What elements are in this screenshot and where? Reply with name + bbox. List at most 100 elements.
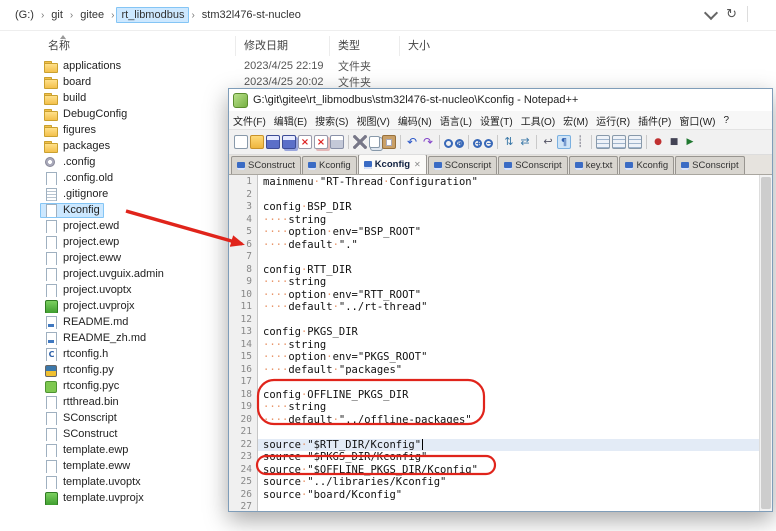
word-wrap-icon[interactable] <box>541 135 555 149</box>
indent-guide-icon[interactable] <box>573 135 587 149</box>
notepadpp-editor[interactable]: 1 2 3 4 5 6 7 8 9 10 11 12 13 14 15 16 17 18 19 20 21 22 23 24 2… <box>229 175 772 511</box>
sync-h-icon[interactable] <box>518 135 532 149</box>
play-macro-icon[interactable] <box>683 135 697 149</box>
doc-map-icon[interactable] <box>612 135 626 149</box>
document-tab[interactable]: Kconfig ✕ <box>357 155 427 174</box>
save-icon[interactable] <box>266 135 280 149</box>
close-all-icon[interactable] <box>314 135 328 149</box>
notepadpp-title-bar[interactable]: G:\git\gitee\rt_libmodbus\stm32l476-st-n… <box>229 89 772 111</box>
menu-item[interactable]: 运行(R) <box>592 113 634 128</box>
menu-item[interactable]: 宏(M) <box>559 113 592 128</box>
zoom-in-icon[interactable] <box>473 138 482 148</box>
file-item-highlight[interactable]: project.ewd <box>40 219 123 234</box>
document-tab[interactable]: SConscript <box>498 156 568 174</box>
column-header[interactable]: 修改日期 <box>236 36 330 56</box>
show-all-chars-icon[interactable] <box>557 135 571 149</box>
file-item-highlight[interactable]: SConstruct <box>40 427 121 442</box>
paste-icon[interactable] <box>382 135 396 149</box>
file-item-highlight[interactable]: rtconfig.pyc <box>40 379 123 394</box>
file-item-highlight[interactable]: .config <box>40 155 99 170</box>
file-item-highlight[interactable]: template.eww <box>40 459 134 474</box>
file-item-highlight[interactable]: DebugConfig <box>40 107 131 122</box>
sync-v-icon[interactable] <box>502 135 516 149</box>
open-icon[interactable] <box>250 135 264 149</box>
file-item-highlight[interactable]: project.uvoptx <box>40 283 135 298</box>
file-item-highlight[interactable]: figures <box>40 123 100 138</box>
menu-item[interactable]: 设置(T) <box>476 113 517 128</box>
menu-item[interactable]: 搜索(S) <box>311 113 352 128</box>
file-item-highlight[interactable]: packages <box>40 139 114 154</box>
column-header[interactable]: 类型 <box>330 36 400 56</box>
file-item-highlight[interactable]: rtconfig.h <box>40 347 112 362</box>
replace-icon[interactable] <box>455 138 464 148</box>
file-item-highlight[interactable]: README.md <box>40 315 132 330</box>
document-tab[interactable]: SConstruct <box>231 156 301 174</box>
refresh-icon[interactable]: ↻ <box>726 7 737 21</box>
menu-item[interactable]: 视图(V) <box>352 113 393 128</box>
menu-item[interactable]: 编辑(E) <box>270 113 311 128</box>
file-item-highlight[interactable]: project.uvprojx <box>40 299 139 314</box>
file-item: project.ewp <box>40 235 236 250</box>
file-item-highlight[interactable]: .config.old <box>40 171 117 186</box>
file-item-highlight[interactable]: project.eww <box>40 251 125 266</box>
document-tab[interactable]: key.txt <box>568 156 619 174</box>
menu-item[interactable]: 文件(F) <box>229 113 270 128</box>
file-row[interactable]: applications 2023/4/25 22:19 文件夹 <box>40 58 460 74</box>
tab-close-icon[interactable]: ✕ <box>414 160 421 169</box>
file-item-highlight[interactable]: template.ewp <box>40 443 132 458</box>
code-area[interactable]: mainmenu·"RT-Thread·Configuration" config… <box>258 175 772 511</box>
cut-icon[interactable] <box>353 135 367 149</box>
sort-ascending-icon <box>60 35 66 39</box>
file-item-highlight[interactable]: template.uvoptx <box>40 475 145 490</box>
undo-icon[interactable] <box>405 135 419 149</box>
chevron-down-icon[interactable] <box>704 5 719 20</box>
document-tab[interactable]: SConscript <box>427 156 498 174</box>
find-icon[interactable] <box>444 138 453 148</box>
file-item-highlight[interactable]: rtthread.bin <box>40 395 123 410</box>
breadcrumb-item[interactable]: (G:) <box>10 7 39 23</box>
whitespace-dot: · <box>332 301 339 313</box>
breadcrumb-item[interactable]: stm32l476-st-nucleo <box>197 7 306 23</box>
menu-item[interactable]: 窗口(W) <box>675 113 719 128</box>
column-header[interactable]: 大小 <box>400 36 448 56</box>
menu-item[interactable]: 插件(P) <box>634 113 675 128</box>
save-all-icon[interactable] <box>282 135 296 149</box>
file-item-highlight[interactable]: Kconfig <box>40 202 104 218</box>
redo-icon[interactable] <box>421 135 435 149</box>
whitespace-dot: · <box>313 176 320 188</box>
stop-macro-icon[interactable] <box>667 135 681 149</box>
file-item-highlight[interactable]: template.uvprojx <box>40 491 148 506</box>
address-bar-controls: ↻ <box>704 5 748 22</box>
doc-list-icon[interactable] <box>628 135 642 149</box>
document-tab[interactable]: Kconfig <box>619 156 675 174</box>
file-item-highlight[interactable]: build <box>40 91 90 106</box>
file-item-highlight[interactable]: board <box>40 75 95 90</box>
breadcrumb-item[interactable]: git <box>46 7 68 23</box>
document-tab[interactable]: SConscript <box>675 156 745 174</box>
close-icon[interactable] <box>298 135 312 149</box>
file-item-highlight[interactable]: rtconfig.py <box>40 363 118 378</box>
menu-item[interactable]: 工具(O) <box>517 113 559 128</box>
menu-item[interactable]: 编码(N) <box>394 113 436 128</box>
file-item-highlight[interactable]: SConscript <box>40 411 121 426</box>
file-item-highlight[interactable]: project.ewp <box>40 235 123 250</box>
vertical-scrollbar[interactable] <box>759 175 772 511</box>
function-list-icon[interactable] <box>596 135 610 149</box>
document-tab[interactable]: Kconfig <box>302 156 357 174</box>
column-header[interactable]: 名称 <box>40 35 236 56</box>
record-macro-icon[interactable] <box>651 135 665 149</box>
new-icon[interactable] <box>234 135 248 149</box>
scrollbar-thumb[interactable] <box>761 177 771 509</box>
copy-icon[interactable] <box>369 136 380 148</box>
menu-item[interactable]: ? <box>720 115 734 126</box>
zoom-out-icon[interactable] <box>484 138 493 148</box>
print-icon[interactable] <box>330 135 344 149</box>
file-item-highlight[interactable]: project.uvguix.admin <box>40 267 168 282</box>
file-item-highlight[interactable]: README_zh.md <box>40 331 150 346</box>
file-item-highlight[interactable]: .gitignore <box>40 187 112 202</box>
breadcrumb-item[interactable]: rt_libmodbus <box>116 7 190 23</box>
saved-disk-icon <box>574 161 583 170</box>
file-item-highlight[interactable]: applications <box>40 59 125 74</box>
menu-item[interactable]: 语言(L) <box>436 113 476 128</box>
breadcrumb-item[interactable]: gitee <box>75 7 109 23</box>
